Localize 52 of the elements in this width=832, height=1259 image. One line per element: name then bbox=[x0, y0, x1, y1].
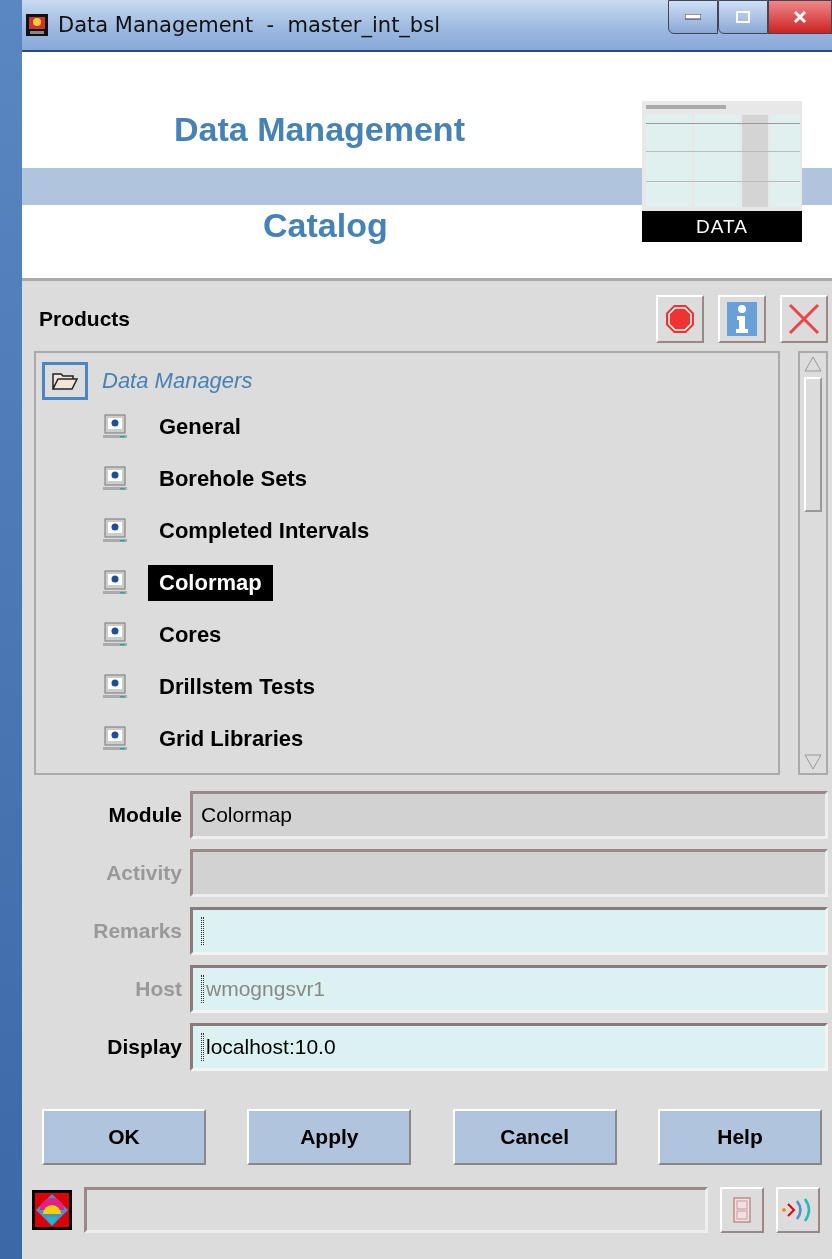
computer-icon bbox=[102, 726, 128, 752]
info-button[interactable] bbox=[718, 295, 766, 343]
app-heading: Data Management bbox=[174, 110, 465, 149]
scroll-thumb[interactable] bbox=[804, 377, 822, 512]
computer-icon bbox=[102, 414, 128, 440]
tree-item[interactable]: Borehole Sets bbox=[148, 461, 318, 497]
app-logo-icon bbox=[32, 1190, 72, 1230]
dialog-button[interactable]: OK bbox=[42, 1109, 206, 1165]
computer-icon bbox=[102, 466, 128, 492]
products-label: Products bbox=[39, 307, 130, 331]
maximize-button[interactable] bbox=[718, 0, 768, 34]
tree-item[interactable]: Drillstem Tests bbox=[148, 669, 327, 705]
broadcast-button[interactable] bbox=[776, 1187, 820, 1233]
panel-button[interactable] bbox=[720, 1187, 764, 1233]
tree-item[interactable]: Grid Libraries bbox=[148, 721, 315, 757]
tree-item[interactable]: General bbox=[148, 409, 252, 445]
tree-item[interactable]: Cores bbox=[148, 617, 233, 653]
door-icon bbox=[733, 1197, 751, 1223]
stop-button[interactable] bbox=[656, 295, 704, 343]
app-icon bbox=[26, 14, 48, 36]
dialog-button[interactable]: Cancel bbox=[452, 1109, 617, 1165]
close-button[interactable] bbox=[768, 0, 832, 34]
minimize-button[interactable] bbox=[668, 0, 718, 34]
window-title: Data Management - master_int_bsl bbox=[58, 13, 440, 37]
app-subheading: Catalog bbox=[263, 206, 388, 245]
field-label: Remarks bbox=[92, 919, 182, 943]
folder-toggle[interactable] bbox=[42, 362, 88, 400]
tree-item[interactable]: Colormap bbox=[148, 565, 273, 601]
scroll-up-icon bbox=[803, 355, 823, 373]
tree-item[interactable]: Completed Intervals bbox=[148, 513, 381, 549]
close-icon bbox=[793, 10, 807, 24]
text-field[interactable]: localhost:10.0 bbox=[190, 1023, 828, 1071]
dialog-button[interactable]: Help bbox=[658, 1109, 822, 1165]
minimize-icon bbox=[685, 14, 701, 20]
folder-icon bbox=[52, 372, 78, 390]
logo-label: DATA bbox=[642, 211, 802, 242]
field-label: Display bbox=[106, 1035, 182, 1059]
field-label: Host bbox=[134, 977, 182, 1001]
scrollbar[interactable] bbox=[798, 351, 828, 775]
dialog-button[interactable]: Apply bbox=[247, 1109, 412, 1165]
computer-icon bbox=[102, 570, 128, 596]
stop-sign-icon bbox=[665, 304, 695, 334]
computer-icon bbox=[102, 674, 128, 700]
computer-icon bbox=[102, 622, 128, 648]
close-icon bbox=[788, 303, 820, 335]
info-icon bbox=[727, 302, 757, 336]
maximize-icon bbox=[736, 11, 750, 23]
field-label: Activity bbox=[105, 861, 182, 885]
field-label: Module bbox=[107, 803, 182, 827]
computer-icon bbox=[102, 518, 128, 544]
scroll-down-icon bbox=[803, 753, 823, 771]
text-field[interactable]: Colormap bbox=[190, 791, 828, 839]
